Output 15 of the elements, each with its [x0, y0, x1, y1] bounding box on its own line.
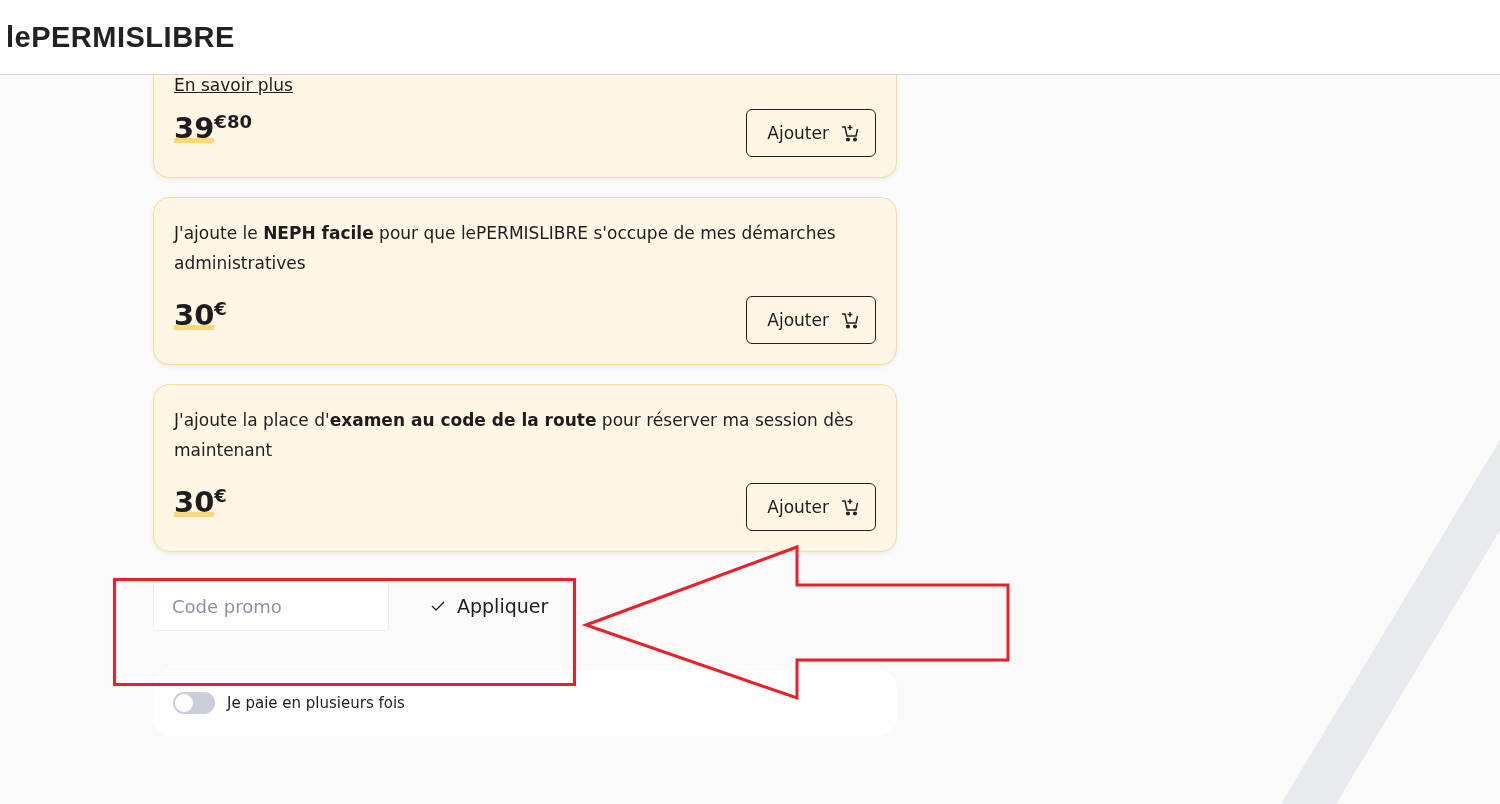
- offer-description: J'ajoute la place d'examen au code de la route pour réserver ma session dès maintenant: [174, 409, 855, 462]
- cart-plus-icon: [841, 311, 859, 329]
- cart-plus-icon: [841, 498, 859, 516]
- promo-code-field[interactable]: Code promo: [153, 581, 389, 631]
- toggle-switch[interactable]: [173, 692, 215, 714]
- offer-description: J'ajoute le NEPH facile pour que lePERMISLIBRE s'occupe de mes démarches administratives: [174, 222, 837, 275]
- apply-button[interactable]: Appliquer: [431, 595, 549, 617]
- installments-label: Je paie en plusieurs fois: [227, 694, 405, 712]
- check-icon: [431, 601, 445, 611]
- cart-plus-icon: [841, 124, 859, 142]
- learn-more-link[interactable]: En savoir plus: [174, 75, 293, 95]
- add-button[interactable]: Ajouter: [746, 296, 876, 344]
- add-button[interactable]: Ajouter: [746, 483, 876, 531]
- add-button[interactable]: Ajouter: [746, 109, 876, 157]
- site-logo[interactable]: lePERMISLIBRE: [6, 20, 235, 54]
